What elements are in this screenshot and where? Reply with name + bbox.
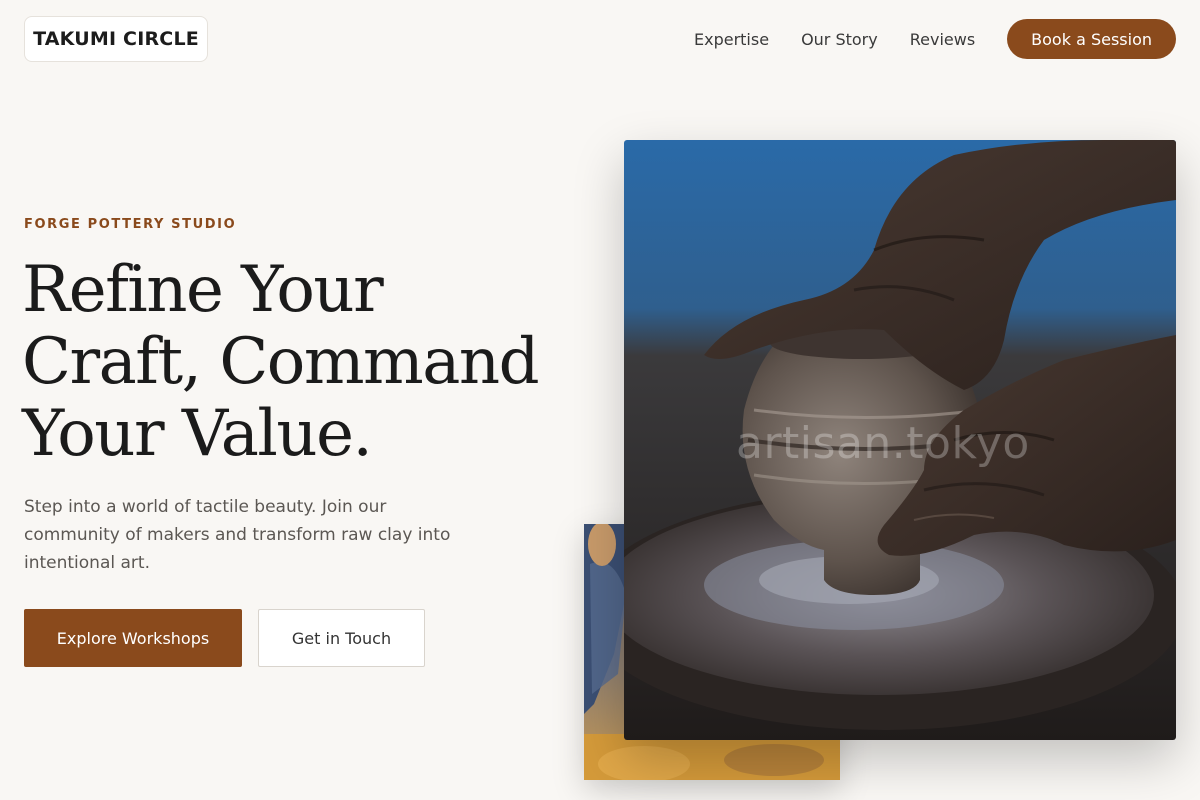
headline-line-1: Refine Your — [22, 253, 384, 327]
book-session-button[interactable]: Book a Session — [1007, 19, 1176, 59]
hero-headline: Refine Your Craft, Command Your Value. — [22, 254, 602, 470]
get-in-touch-button[interactable]: Get in Touch — [258, 609, 425, 667]
hero-eyebrow: FORGE POTTERY STUDIO — [24, 217, 237, 232]
potter-hands-illustration — [624, 140, 1176, 740]
main-nav: Expertise Our Story Reviews Book a Sessi… — [694, 19, 1176, 59]
nav-link-reviews[interactable]: Reviews — [910, 30, 975, 49]
headline-line-3: Your Value. — [22, 397, 373, 471]
pottery-wheel-photo: artisan.tokyo — [624, 140, 1176, 740]
nav-link-expertise[interactable]: Expertise — [694, 30, 769, 49]
hero-subtext: Step into a world of tactile beauty. Joi… — [24, 497, 451, 573]
logo[interactable]: TAKUMI CIRCLE — [24, 16, 208, 62]
headline-line-2: Craft, Command — [22, 325, 540, 399]
explore-workshops-button[interactable]: Explore Workshops — [24, 609, 242, 667]
nav-link-our-story[interactable]: Our Story — [801, 30, 878, 49]
